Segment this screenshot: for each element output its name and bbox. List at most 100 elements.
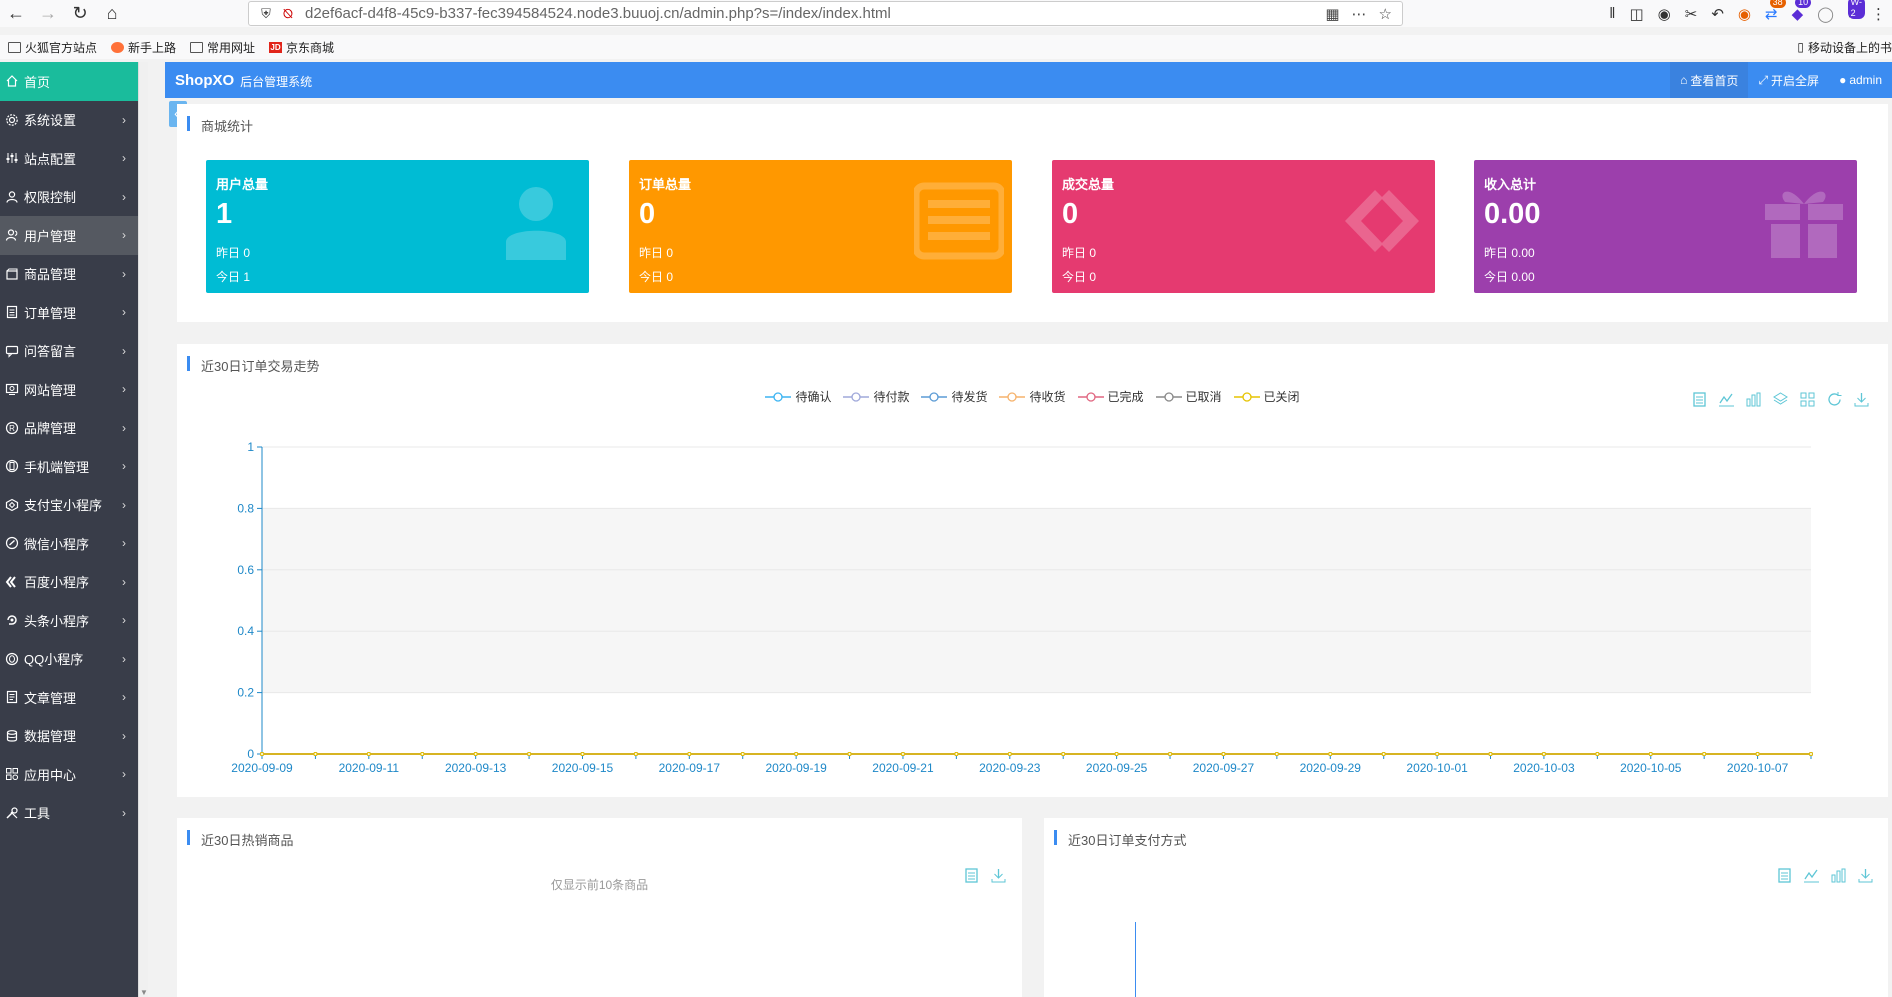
extension-ball-icon[interactable]: ◉ <box>1738 5 1751 23</box>
chevron-right-icon: › <box>122 536 126 550</box>
account-icon[interactable]: ◉ <box>1658 5 1671 23</box>
bookmark-getting-started[interactable]: 新手上路 <box>111 39 176 56</box>
sidebar-item-6[interactable]: 订单管理 › <box>0 293 148 332</box>
series-point <box>900 752 905 756</box>
bookmark-common-sites[interactable]: 常用网址 <box>190 39 255 56</box>
admin-user-button[interactable]: ● admin <box>1829 62 1892 98</box>
mobile-icon <box>4 458 20 474</box>
sidebar-item-3[interactable]: 权限控制 › <box>0 178 148 217</box>
sidebar-item-17[interactable]: 数据管理 › <box>0 717 148 756</box>
sidebar-item-4[interactable]: 用户管理 › <box>0 216 148 255</box>
library-icon[interactable]: ‖ <box>1609 5 1615 22</box>
extension-gray-icon[interactable]: ◯ <box>1817 5 1834 23</box>
sidebar-item-10[interactable]: 手机端管理 › <box>0 447 148 486</box>
users-icon <box>4 227 20 243</box>
sidebar-item-13[interactable]: 百度小程序 › <box>0 563 148 602</box>
x-tick-label: 2020-09-09 <box>231 761 293 775</box>
sidebar-item-2[interactable]: 站点配置 › <box>0 139 148 178</box>
sidebar-item-label: 系统设置 <box>24 113 77 129</box>
list-icon <box>4 304 20 320</box>
insecure-lock-icon[interactable]: ⦰ <box>277 6 299 22</box>
sidebar-item-18[interactable]: 应用中心 › <box>0 755 148 794</box>
series-point <box>954 752 959 756</box>
series-point <box>1274 752 1279 756</box>
address-bar[interactable]: ⛨ ⦰ d2ef6acf-d4f8-45c9-b337-fec394584524… <box>248 1 1403 26</box>
folder-icon <box>8 41 21 53</box>
chevron-right-icon: › <box>122 420 126 435</box>
reload-icon[interactable]: ↻ <box>64 1 96 27</box>
sidebar-item-7[interactable]: 问答留言 › <box>0 332 148 371</box>
sidebar-item-19[interactable]: 工具 › <box>0 794 148 833</box>
sidebar-item-5[interactable]: 商品管理 › <box>0 255 148 294</box>
sidebar-item-11[interactable]: 支付宝小程序 › <box>0 486 148 525</box>
bar-chart-icon[interactable] <box>1830 867 1847 887</box>
menu-icon[interactable]: ⋮ <box>1871 5 1886 23</box>
stat-card-today: 今日 0.00 <box>1484 270 1535 284</box>
baidu-icon <box>4 574 20 590</box>
sidebar-item-label: 应用中心 <box>24 767 77 783</box>
url-text[interactable]: d2ef6acf-d4f8-45c9-b337-fec394584524.nod… <box>305 5 1325 22</box>
grid-band <box>262 569 1811 632</box>
download-icon[interactable] <box>1857 867 1874 887</box>
sidebar-item-9[interactable]: R 品牌管理 › <box>0 409 148 448</box>
extension-sync-icon[interactable]: ⇄ 38 <box>1765 0 1786 23</box>
sidebar-item-14[interactable]: 头条小程序 › <box>0 601 148 640</box>
series-point <box>794 752 799 756</box>
chevron-right-icon: › <box>122 266 126 281</box>
qq-icon <box>4 651 20 667</box>
series-point <box>1168 752 1173 756</box>
shield-icon[interactable]: ⛨ <box>255 6 277 22</box>
sidebar-scrollbar[interactable]: ▼ <box>138 62 148 997</box>
x-tick-label: 2020-09-21 <box>872 761 934 775</box>
sidebar-item-label: 百度小程序 <box>24 575 90 591</box>
extension-puzzle-icon[interactable]: ◆ 10 <box>1792 0 1812 23</box>
scroll-down-icon[interactable]: ▼ <box>140 988 148 997</box>
stat-card-label: 订单总量 <box>639 177 692 192</box>
series-point <box>1595 752 1600 756</box>
line-chart-icon[interactable] <box>1803 867 1820 887</box>
sidebar-item-label: 支付宝小程序 <box>24 498 103 514</box>
user-icon <box>4 189 20 205</box>
x-tick-label: 2020-09-13 <box>445 761 507 775</box>
x-tick-label: 2020-09-25 <box>1086 761 1148 775</box>
chevron-right-icon: › <box>122 651 126 666</box>
mobile-bookmarks[interactable]: ▯ 移动设备上的书 <box>1797 35 1892 59</box>
home-browser-icon[interactable]: ⌂ <box>96 1 128 27</box>
screenshot-icon[interactable]: ✂ <box>1685 5 1698 23</box>
undo-icon[interactable]: ↶ <box>1711 5 1724 23</box>
stat-card: 成交总量 0 昨日 0 今日 0 <box>1052 160 1435 293</box>
chevron-right-icon: › <box>122 805 126 820</box>
series-point <box>1702 752 1707 756</box>
fullscreen-button[interactable]: ⤢ 开启全屏 <box>1748 62 1829 98</box>
extension-w-icon[interactable]: ■W-2 <box>1847 0 1865 22</box>
sidebar-item-1[interactable]: 系统设置 › <box>0 101 148 140</box>
trend-panel: 近30日订单交易走势 待确认 待付款 待发货 待收货 已完成 已取消 已关闭 0 0.2 0.4… <box>177 344 1888 797</box>
series-point <box>1488 752 1493 756</box>
sidebar-item-0[interactable]: 首页 <box>0 62 148 101</box>
more-icon[interactable]: ⋯ <box>1352 5 1367 23</box>
sidebar-item-15[interactable]: QQ小程序 › <box>0 640 148 679</box>
data-view-icon[interactable] <box>1776 867 1793 887</box>
data-view-icon[interactable] <box>963 867 980 887</box>
trend-line-chart: 0 0.2 0.4 0.6 0.8 1 2020-09-09 2020-09-11 2020-0… <box>231 440 1813 775</box>
series-point <box>1007 752 1012 756</box>
stat-card-label: 用户总量 <box>216 177 269 192</box>
star-icon[interactable]: ☆ <box>1379 5 1392 23</box>
stat-card-yesterday: 昨日 0 <box>216 246 251 260</box>
download-icon[interactable] <box>990 867 1007 887</box>
back-icon[interactable]: ← <box>0 1 32 27</box>
stat-card-yesterday: 昨日 0.00 <box>1484 246 1535 260</box>
stat-card: 收入总计 0.00 昨日 0.00 今日 0.00 <box>1474 160 1857 293</box>
sidebar-item-16[interactable]: 文章管理 › <box>0 678 148 717</box>
view-homepage-button[interactable]: ⌂ 查看首页 <box>1670 62 1749 98</box>
sidebar-item-8[interactable]: 网站管理 › <box>0 370 148 409</box>
bookmark-jd[interactable]: JD 京东商城 <box>269 39 334 56</box>
bookmark-firefox-site[interactable]: 火狐官方站点 <box>8 39 97 56</box>
mobile-icon: ▯ <box>1797 40 1804 54</box>
forward-icon[interactable]: → <box>32 1 64 27</box>
series-point <box>1328 752 1333 756</box>
sidebar-toggle-icon[interactable]: ◫ <box>1629 5 1643 23</box>
qr-code-icon[interactable]: ▦ <box>1325 5 1339 23</box>
sidebar-item-12[interactable]: 微信小程序 › <box>0 524 148 563</box>
payment-title: 近30日订单支付方式 <box>1054 830 1186 849</box>
